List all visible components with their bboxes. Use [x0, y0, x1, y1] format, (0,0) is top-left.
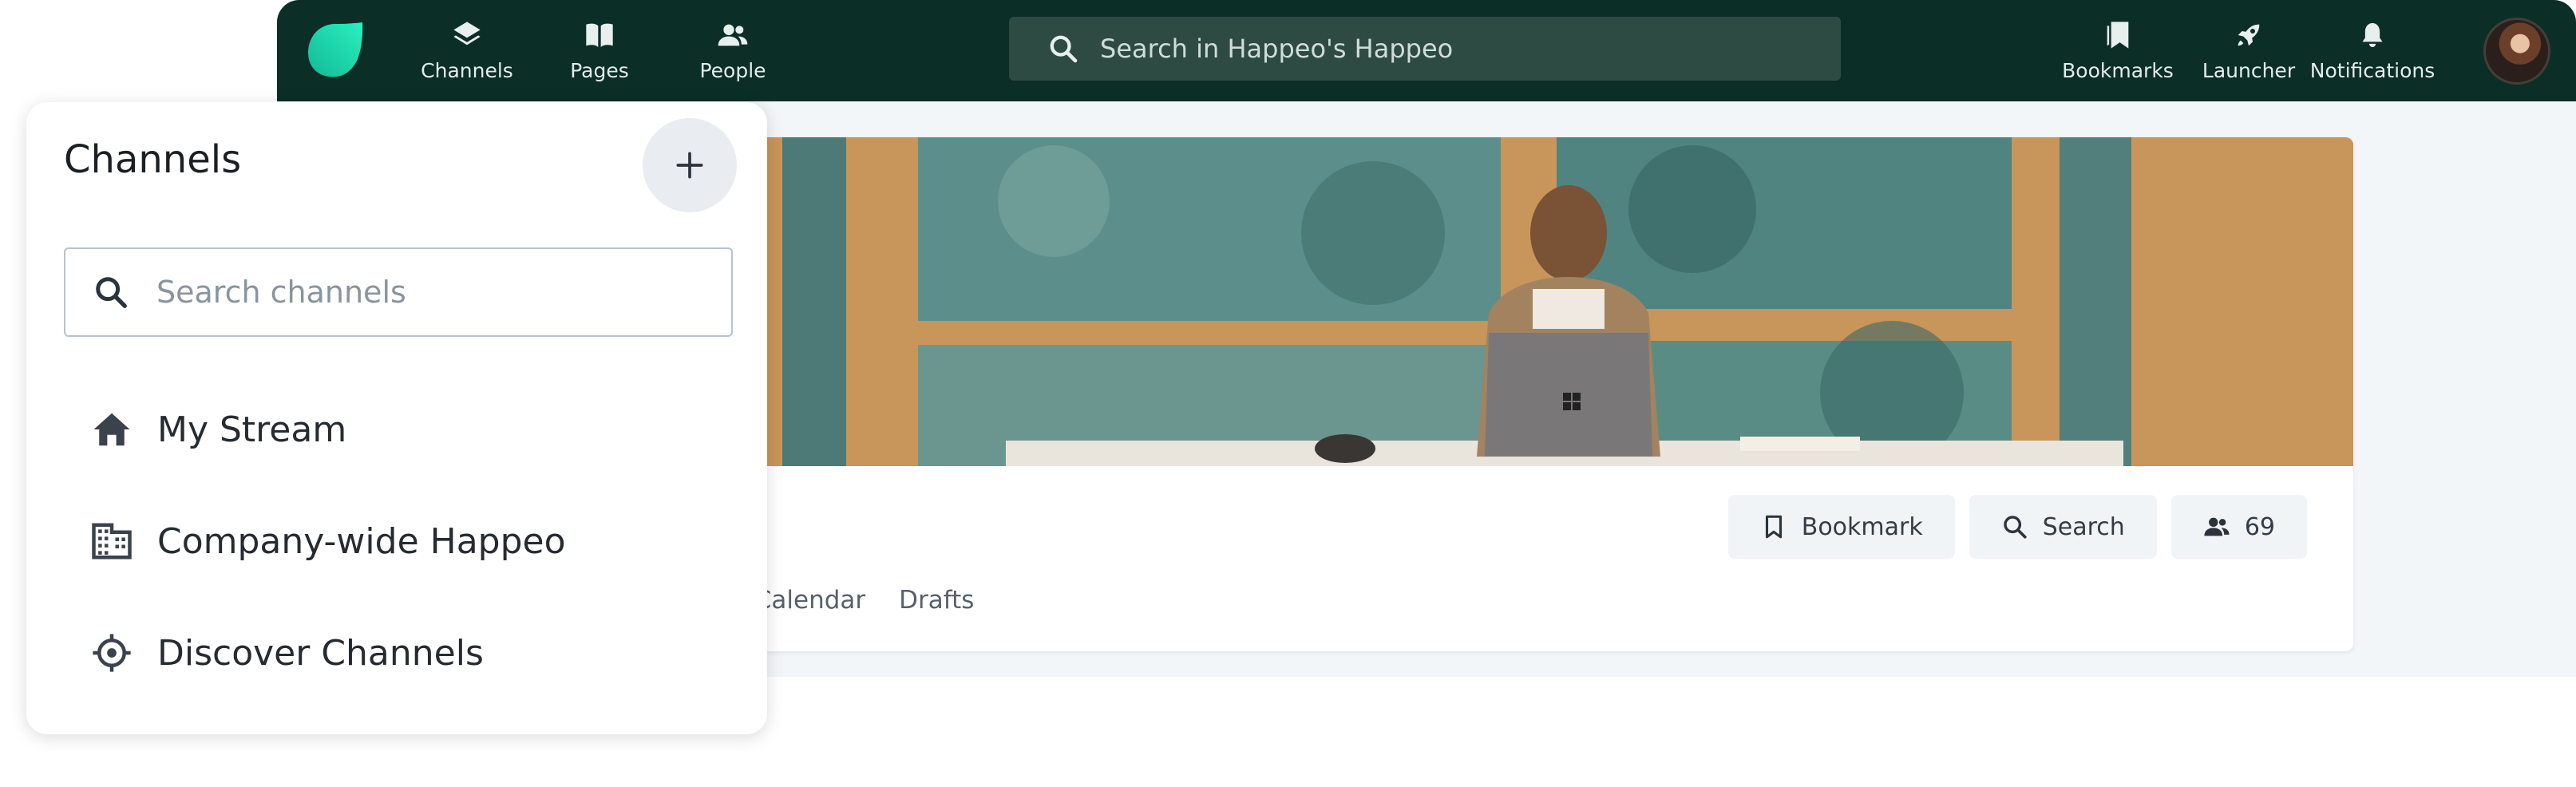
- search-icon: [2003, 516, 2027, 539]
- people-icon: [2204, 517, 2230, 536]
- nav-pages[interactable]: Pages: [540, 14, 659, 88]
- menu-item-discover-channels-label: Discover Channels: [157, 632, 484, 674]
- menu-item-company-wide[interactable]: Company-wide Happeo: [90, 509, 729, 573]
- channel-search-input[interactable]: [155, 263, 731, 321]
- book-icon: [586, 23, 613, 47]
- bookmarks-icon: [2107, 22, 2129, 49]
- building-icon: [92, 523, 132, 560]
- happeo-logo[interactable]: [305, 19, 366, 80]
- channel-search-field[interactable]: [64, 247, 733, 337]
- bookmark-button[interactable]: Bookmark: [1727, 495, 1955, 559]
- channels-panel: Channels My Stream: [26, 102, 767, 734]
- channel-banner-image: [495, 137, 2353, 466]
- nav-launcher[interactable]: Launcher: [2189, 14, 2309, 88]
- people-icon: [718, 24, 748, 46]
- nav-notifications[interactable]: Notifications: [2309, 14, 2436, 88]
- crosshair-icon: [93, 634, 131, 672]
- channel-search-button[interactable]: Search: [1969, 495, 2157, 559]
- nav-channels[interactable]: Channels: [407, 14, 527, 88]
- home-icon: [93, 413, 130, 446]
- nav-notifications-label: Notifications: [2309, 59, 2436, 82]
- nav-bookmarks[interactable]: Bookmarks: [2058, 14, 2178, 88]
- nav-people-label: People: [699, 59, 766, 82]
- nav-bookmarks-label: Bookmarks: [2062, 59, 2174, 82]
- menu-item-discover-channels[interactable]: Discover Channels: [90, 621, 729, 685]
- channel-header-card: Bookmark Search 69 r Calendar Drafts: [495, 137, 2353, 651]
- panel-title: Channels: [64, 137, 242, 182]
- members-button[interactable]: 69: [2170, 495, 2307, 559]
- user-avatar[interactable]: [2483, 18, 2550, 85]
- tab-calendar[interactable]: Calendar: [754, 586, 865, 615]
- nav-channels-label: Channels: [421, 59, 513, 82]
- menu-item-company-wide-label: Company-wide Happeo: [157, 520, 566, 562]
- top-navigation-bar: Channels Pages People Search in Happeo's…: [277, 0, 2576, 101]
- menu-item-my-stream-label: My Stream: [157, 409, 347, 450]
- nav-launcher-label: Launcher: [2202, 59, 2296, 82]
- rocket-icon: [2238, 24, 2260, 46]
- search-icon: [1050, 35, 1078, 63]
- add-channel-button[interactable]: [643, 118, 737, 212]
- global-search-bar[interactable]: [1009, 17, 1841, 81]
- nav-pages-label: Pages: [570, 59, 629, 82]
- global-search-input[interactable]: [1098, 24, 1841, 73]
- plus-icon: [676, 152, 703, 179]
- channel-search-button-label: Search: [2042, 512, 2125, 541]
- bookmark-icon: [1765, 515, 1782, 539]
- tab-drafts[interactable]: Drafts: [899, 586, 974, 615]
- member-count: 69: [2244, 512, 2275, 541]
- channel-actions: Bookmark Search 69: [1727, 495, 2307, 559]
- bell-icon: [2362, 23, 2383, 47]
- banner-illustration: [495, 137, 2353, 466]
- nav-people[interactable]: People: [673, 14, 793, 88]
- menu-item-my-stream[interactable]: My Stream: [90, 397, 729, 461]
- search-icon: [96, 277, 127, 308]
- bookmark-button-label: Bookmark: [1801, 512, 1923, 541]
- layers-icon: [453, 22, 481, 45]
